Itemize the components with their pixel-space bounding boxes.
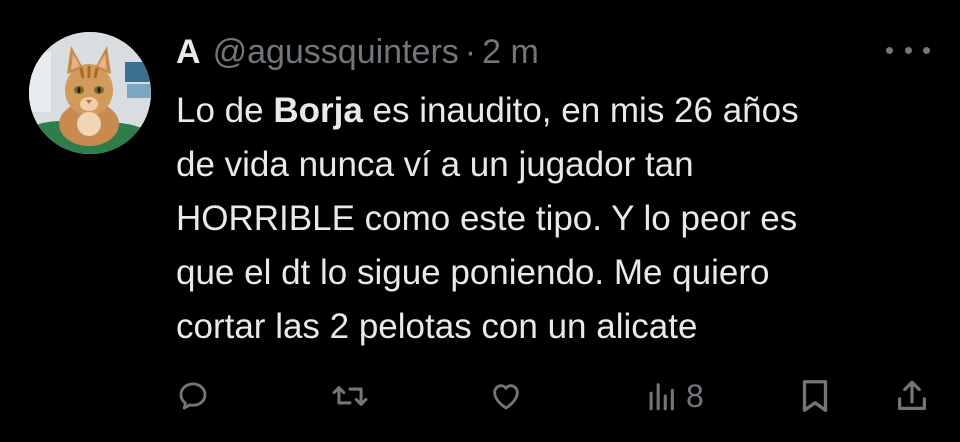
reply-button[interactable] bbox=[176, 372, 210, 420]
tweet-text-line: cortar las 2 pelotas con un alicate bbox=[176, 307, 698, 346]
separator-dot: · bbox=[464, 32, 477, 71]
avatar[interactable] bbox=[29, 32, 151, 154]
heart-icon bbox=[493, 384, 519, 410]
views-bar-chart-icon bbox=[649, 383, 674, 411]
reply-icon bbox=[179, 382, 207, 410]
like-button[interactable] bbox=[488, 372, 524, 420]
retweet-icon bbox=[332, 386, 368, 406]
tweet-text-line: que el dt lo sigue poniendo. Me quiero bbox=[176, 253, 770, 292]
bookmark-button[interactable] bbox=[800, 372, 830, 420]
action-bar: 8 bbox=[176, 372, 936, 420]
mention-bold: Borja bbox=[273, 91, 363, 130]
views-count: 8 bbox=[686, 377, 704, 414]
share-icon bbox=[898, 380, 926, 410]
tweet-text-line: HORRIBLE como este tipo. Y lo peor es bbox=[176, 199, 798, 238]
bookmark-icon bbox=[802, 380, 828, 412]
tweet-text-line: de vida nunca ví a un jugador tan bbox=[176, 145, 694, 184]
tweet[interactable]: A @agussquinters · 2 m Lo de Borja es in… bbox=[0, 0, 960, 442]
user-handle[interactable]: @agussquinters bbox=[213, 33, 459, 72]
retweet-button[interactable] bbox=[332, 372, 368, 420]
tweet-text: Lo de Borja es inaudito, en mis 26 años … bbox=[176, 84, 946, 354]
tweet-text-line: Lo de Borja es inaudito, en mis 26 años bbox=[176, 91, 799, 130]
share-button[interactable] bbox=[896, 372, 928, 420]
tweet-time[interactable]: 2 m bbox=[482, 33, 539, 72]
display-name[interactable]: A bbox=[176, 33, 201, 72]
tweet-header: A @agussquinters · 2 m bbox=[176, 30, 539, 74]
views-button[interactable]: 8 bbox=[646, 372, 704, 420]
more-options-icon[interactable] bbox=[886, 38, 930, 62]
